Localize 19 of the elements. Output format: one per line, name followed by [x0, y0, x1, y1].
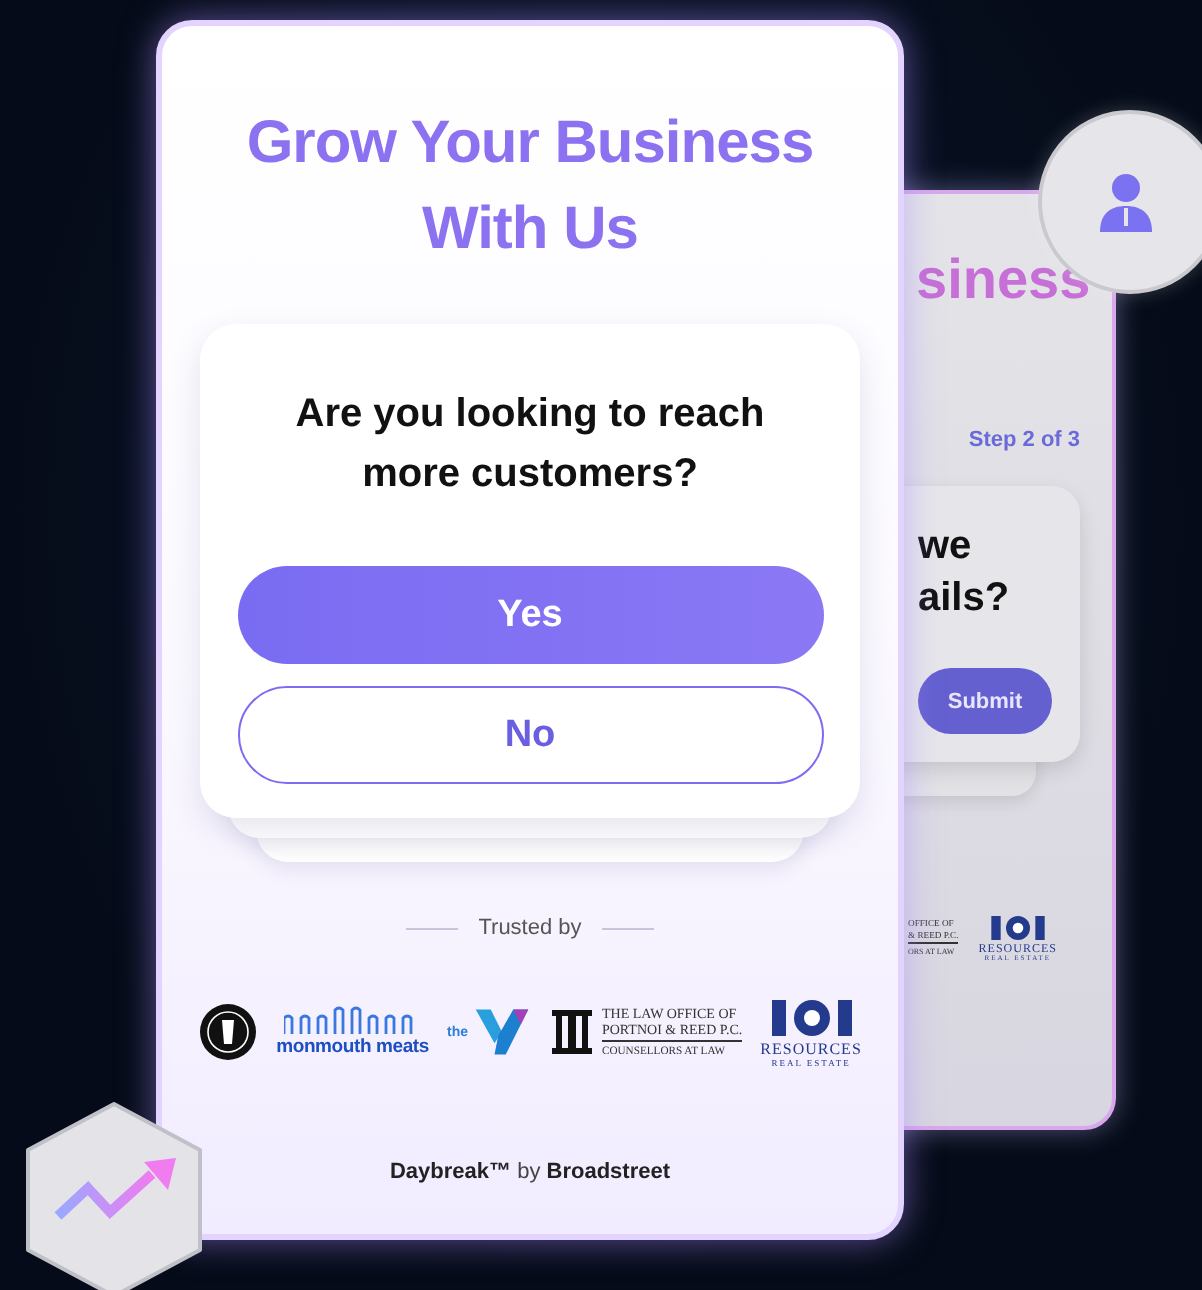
trend-arrow-icon [54, 1158, 176, 1220]
question-text: we [918, 522, 974, 572]
crest-icon [987, 912, 1048, 944]
chevron-logo-icon [471, 1004, 532, 1060]
logo-text: RESOURCES [760, 1042, 862, 1060]
footer-credit: Daybreak™ by Broadstreet [389, 1160, 671, 1184]
headline: Grow Your Business With Us [244, 108, 816, 266]
question-text: Are you looking to reach more customers? [293, 390, 767, 500]
answer-button[interactable]: Yes [237, 566, 823, 664]
trusted-label: Trusted by [478, 914, 582, 942]
logo-text: monmouth meats [276, 1036, 429, 1058]
answer-button[interactable]: No [237, 686, 823, 784]
submit-button[interactable]: Submit [918, 668, 1052, 734]
headline: siness [916, 246, 1093, 314]
seal-icon [198, 1002, 259, 1062]
person-icon [1098, 172, 1154, 232]
step-indicator: Step 2 of 3 [968, 426, 1080, 454]
question-text: ails? [918, 574, 1012, 624]
pillars-icon [549, 1005, 594, 1058]
